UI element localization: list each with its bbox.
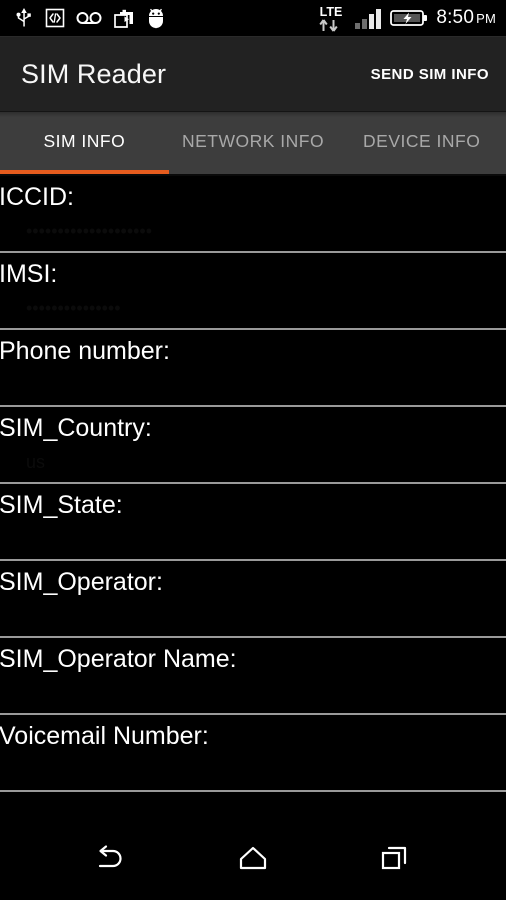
battery-charging-icon bbox=[390, 8, 428, 28]
status-bar-left-icons bbox=[14, 7, 166, 29]
row-label-sim-state: SIM_State: bbox=[0, 491, 123, 519]
clock-time: 8:50 bbox=[436, 7, 475, 28]
list-item[interactable]: Voicemail Number: bbox=[0, 715, 506, 792]
screen-recorder-icon bbox=[113, 8, 135, 29]
list-item-partial[interactable] bbox=[0, 792, 506, 812]
row-label-voicemail-number: Voicemail Number: bbox=[0, 722, 209, 750]
row-label-iccid: ICCID: bbox=[0, 183, 74, 211]
phone-screen: LTE 8:50 PM SIM Reader SEND SIM INFO SIM… bbox=[0, 0, 506, 900]
row-label-phone-number: Phone number: bbox=[0, 337, 170, 365]
back-arrow-icon bbox=[94, 843, 128, 878]
developer-mode-icon bbox=[45, 8, 65, 28]
page-title: SIM Reader bbox=[21, 58, 167, 89]
status-bar-clock: 8:50 PM bbox=[436, 7, 496, 29]
recent-apps-icon bbox=[380, 844, 410, 877]
clock-ampm: PM bbox=[476, 11, 496, 26]
row-value-imsi: ••••••••••••••• bbox=[26, 298, 121, 318]
signal-bars-icon bbox=[354, 6, 382, 30]
list-item[interactable]: SIM_Operator Name: bbox=[0, 638, 506, 715]
tab-sim-info-label: SIM INFO bbox=[43, 130, 126, 151]
android-debug-icon bbox=[146, 7, 166, 29]
tab-bar: SIM INFO NETWORK INFO DEVICE INFO bbox=[0, 111, 506, 174]
recents-button[interactable] bbox=[363, 832, 427, 888]
send-sim-info-button[interactable]: SEND SIM INFO bbox=[371, 66, 489, 83]
list-item[interactable]: ICCID: •••••••••••••••••••• bbox=[0, 176, 506, 253]
tab-network-info[interactable]: NETWORK INFO bbox=[169, 112, 338, 174]
row-value-iccid: •••••••••••••••••••• bbox=[26, 221, 153, 241]
row-label-sim-operator: SIM_Operator: bbox=[0, 568, 163, 596]
navigation-bar bbox=[0, 820, 506, 900]
tab-device-info[interactable]: DEVICE INFO bbox=[337, 112, 506, 174]
row-label-sim-operator-name: SIM_Operator Name: bbox=[0, 645, 237, 673]
tab-device-info-label: DEVICE INFO bbox=[363, 130, 481, 151]
back-button[interactable] bbox=[79, 832, 143, 888]
tab-sim-info[interactable]: SIM INFO bbox=[0, 112, 169, 174]
voicemail-icon bbox=[76, 10, 102, 26]
tab-active-indicator bbox=[0, 170, 169, 174]
sim-info-list[interactable]: ICCID: •••••••••••••••••••• IMSI: ••••••… bbox=[0, 176, 506, 820]
status-bar-right-icons: LTE 8:50 PM bbox=[316, 3, 496, 33]
status-bar: LTE 8:50 PM bbox=[0, 0, 506, 36]
svg-text:LTE: LTE bbox=[320, 5, 343, 19]
home-button[interactable] bbox=[221, 832, 285, 888]
home-icon bbox=[238, 844, 268, 877]
list-item[interactable]: SIM_Country: us bbox=[0, 407, 506, 484]
list-item[interactable]: Phone number: bbox=[0, 330, 506, 407]
row-label-sim-country: SIM_Country: bbox=[0, 414, 152, 442]
list-item[interactable]: SIM_Operator: bbox=[0, 561, 506, 638]
row-label-imsi: IMSI: bbox=[0, 260, 58, 288]
tab-network-info-label: NETWORK INFO bbox=[181, 130, 325, 151]
app-bar: SIM Reader SEND SIM INFO bbox=[0, 37, 506, 111]
list-item[interactable]: SIM_State: bbox=[0, 484, 506, 561]
usb-icon bbox=[14, 7, 34, 29]
list-item[interactable]: IMSI: ••••••••••••••• bbox=[0, 253, 506, 330]
row-value-sim-country: us bbox=[26, 452, 46, 472]
lte-signal-icon: LTE bbox=[316, 3, 346, 33]
